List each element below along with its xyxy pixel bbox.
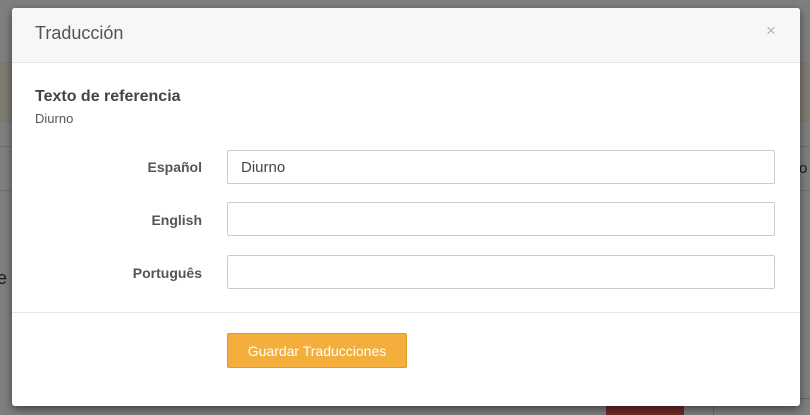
spanish-input[interactable] — [227, 150, 775, 184]
modal-header: Traducción × — [12, 8, 800, 63]
footer-divider — [12, 312, 800, 313]
portuguese-label: Português — [132, 265, 202, 281]
translation-modal: Traducción × Texto de referencia Diurno … — [12, 8, 800, 406]
reference-text-value: Diurno — [35, 111, 74, 126]
save-translations-button[interactable]: Guardar Traducciones — [227, 333, 407, 368]
reference-text-title: Texto de referencia — [35, 88, 181, 105]
portuguese-input[interactable] — [227, 255, 775, 289]
english-input[interactable] — [227, 202, 775, 236]
english-label: English — [151, 212, 202, 228]
modal-title: Traducción — [35, 23, 124, 43]
spanish-label: Español — [147, 159, 202, 175]
close-icon[interactable]: × — [761, 20, 781, 42]
